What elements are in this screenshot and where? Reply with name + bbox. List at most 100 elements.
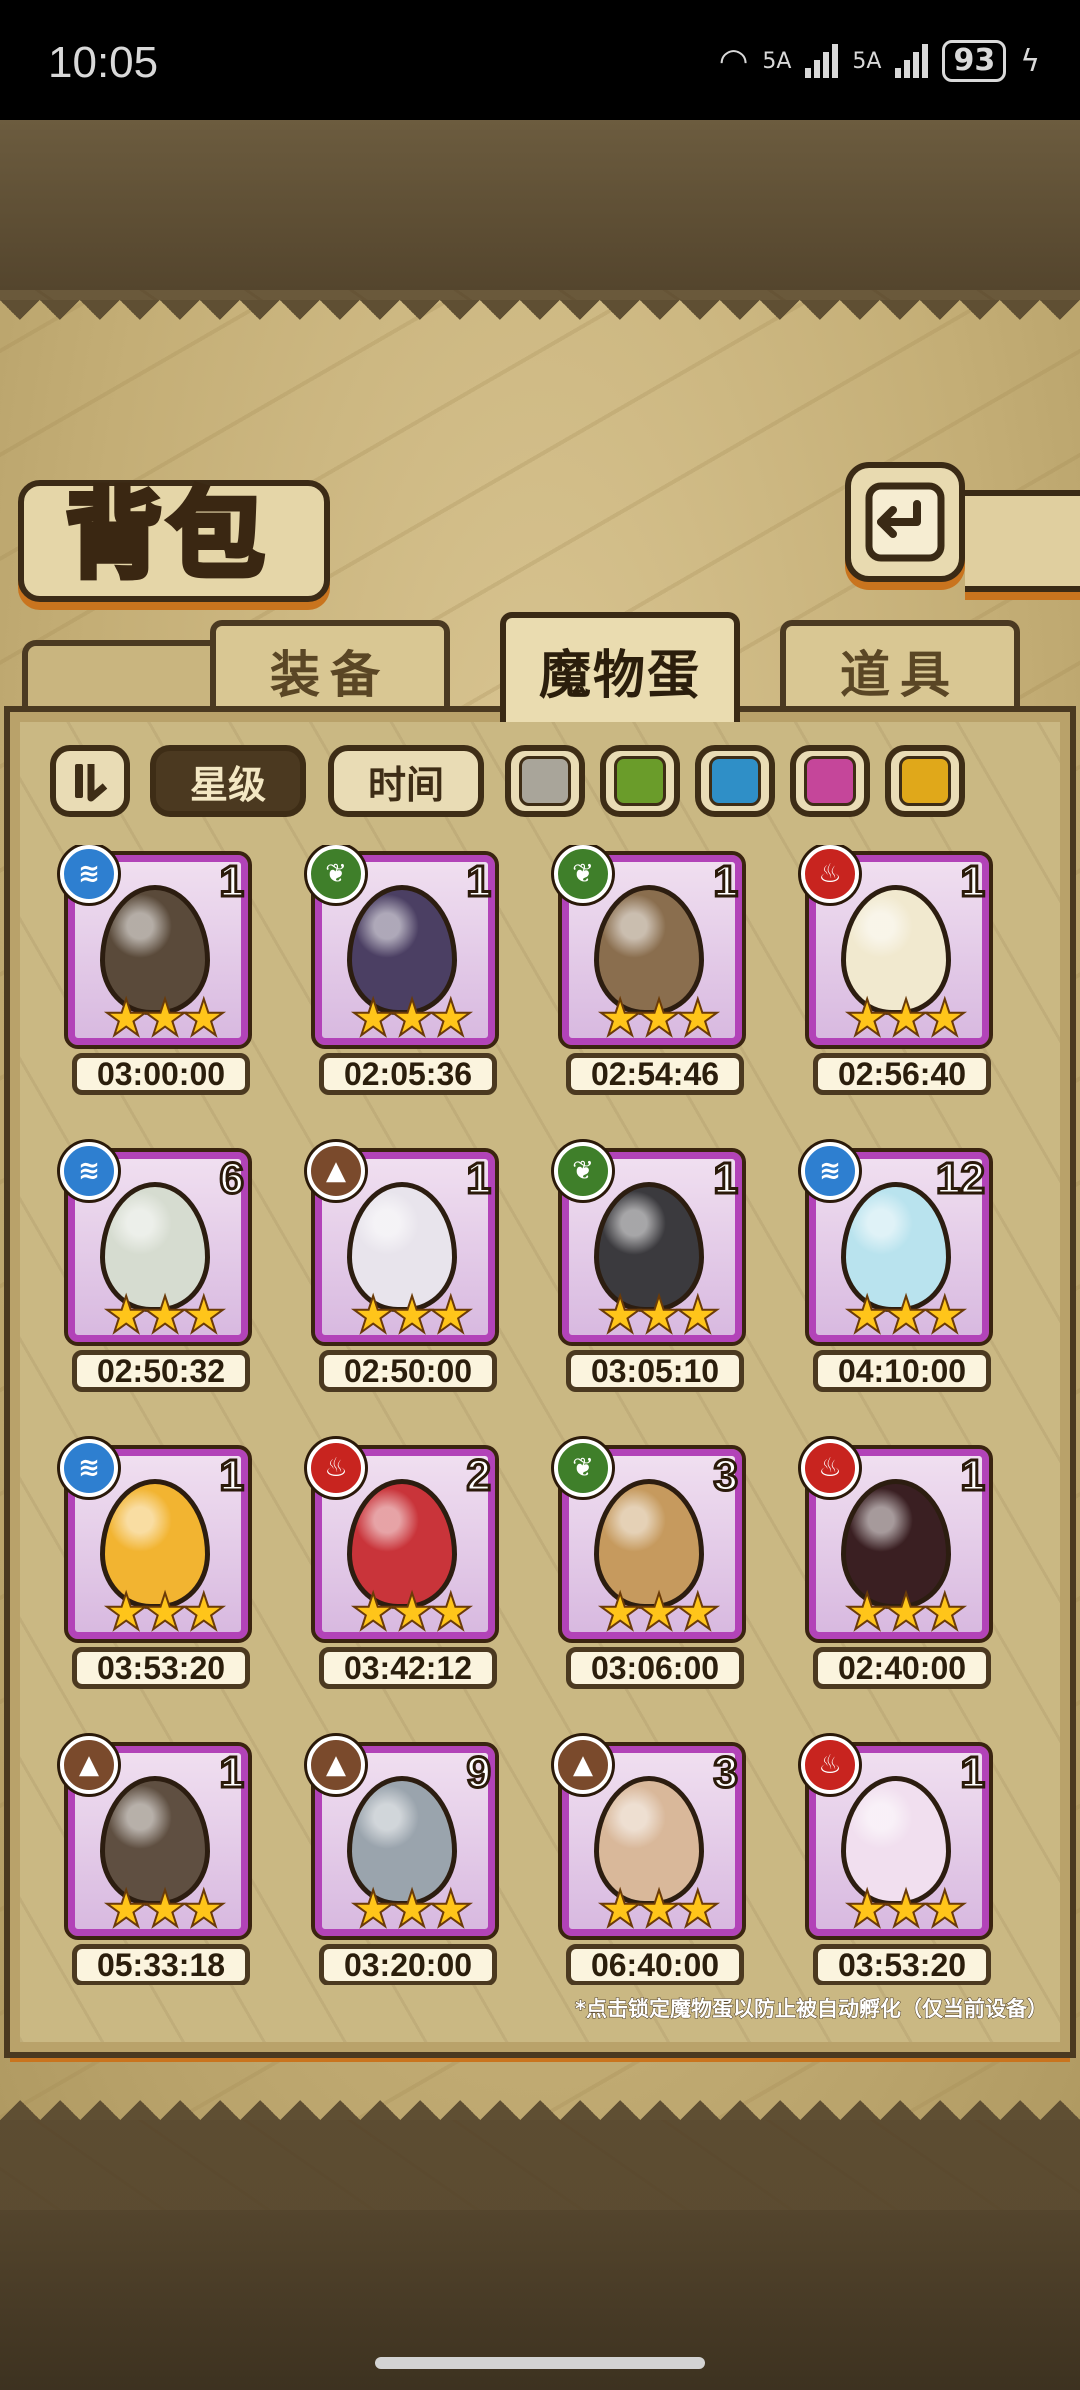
water-wave-icon: ≋ <box>60 1439 118 1497</box>
star-icon: ★ <box>389 1583 436 1641</box>
star-icon: ★ <box>674 1583 721 1641</box>
hatch-timer: 03:53:20 <box>813 1944 991 1985</box>
egg-count: 1 <box>712 1153 740 1205</box>
color-filter-green-button[interactable] <box>600 745 680 817</box>
status-icons: ◠ 5A 5A 93 ϟ <box>719 40 1040 82</box>
color-filter-pink-button[interactable] <box>790 745 870 817</box>
star-icon: ★ <box>883 1286 930 1344</box>
egg-card[interactable]: 6 ≋ ★ ★ ★ 02:50:32 <box>40 1142 252 1410</box>
star-rating: ★ ★ ★ <box>823 1880 983 1938</box>
mountain-icon: ▲ <box>307 1142 365 1200</box>
back-button[interactable] <box>845 462 965 582</box>
egg-card[interactable]: 3 ❦ ★ ★ ★ 03:06:00 <box>534 1439 746 1707</box>
star-icon: ★ <box>921 1583 968 1641</box>
star-icon: ★ <box>674 1880 721 1938</box>
star-icon: ★ <box>180 1880 227 1938</box>
egg-card[interactable]: 12 ≋ ★ ★ ★ 04:10:00 <box>781 1142 993 1410</box>
star-icon: ★ <box>142 1583 189 1641</box>
egg-card[interactable]: 1 ≋ ★ ★ ★ 03:53:20 <box>40 1439 252 1707</box>
star-icon: ★ <box>883 989 930 1047</box>
star-icon: ★ <box>844 1880 891 1938</box>
egg-card[interactable]: 1 ♨ ★ ★ ★ 03:53:20 <box>781 1736 993 1985</box>
star-rating: ★ ★ ★ <box>823 989 983 1047</box>
egg-count: 3 <box>712 1450 740 1502</box>
egg-count: 1 <box>465 856 493 908</box>
star-icon: ★ <box>103 989 150 1047</box>
flame-icon: ♨ <box>307 1439 365 1497</box>
sort-order-toggle-button[interactable] <box>50 745 130 817</box>
star-icon: ★ <box>674 1286 721 1344</box>
egg-count: 6 <box>218 1153 246 1205</box>
star-rating: ★ ★ ★ <box>329 1880 489 1938</box>
star-icon: ★ <box>427 1880 474 1938</box>
egg-card[interactable]: 1 ▲ ★ ★ ★ 02:50:00 <box>287 1142 499 1410</box>
hatch-timer: 03:05:10 <box>566 1350 744 1392</box>
color-swatch <box>614 756 666 806</box>
egg-card[interactable]: 3 ▲ ★ ★ ★ 06:40:00 <box>534 1736 746 1985</box>
egg-card[interactable]: 2 ♨ ★ ★ ★ 03:42:12 <box>287 1439 499 1707</box>
egg-count: 1 <box>959 1747 987 1799</box>
tab-equipment[interactable]: 装备 <box>210 620 450 715</box>
battery-icon: 93 <box>942 40 1007 82</box>
gesture-nav-bar[interactable] <box>375 2357 705 2369</box>
egg-grid: 1 ≋ ★ ★ ★ 03:00:00 1 ❦ ★ ★ ★ 02:05:36 1 ❦ ★ ★ ★ 02:54:46 1… <box>40 845 1040 1985</box>
egg-card[interactable]: 1 ❦ ★ ★ ★ 03:05:10 <box>534 1142 746 1410</box>
sort-by-time-button[interactable]: 时间 <box>328 745 484 817</box>
star-icon: ★ <box>636 1583 683 1641</box>
egg-count: 1 <box>465 1153 493 1205</box>
egg-card[interactable]: 1 ≋ ★ ★ ★ 03:00:00 <box>40 845 252 1113</box>
egg-card[interactable]: 1 ▲ ★ ★ ★ 05:33:18 <box>40 1736 252 1985</box>
wifi-icon: ◠ <box>718 41 749 81</box>
star-icon: ★ <box>597 989 644 1047</box>
egg-card[interactable]: 1 ❦ ★ ★ ★ 02:05:36 <box>287 845 499 1113</box>
star-icon: ★ <box>389 1880 436 1938</box>
hatch-timer: 03:53:20 <box>72 1647 250 1689</box>
star-icon: ★ <box>883 1583 930 1641</box>
star-icon: ★ <box>389 989 436 1047</box>
star-icon: ★ <box>142 1880 189 1938</box>
egg-count: 2 <box>465 1450 493 1502</box>
tab-items[interactable]: 道具 <box>780 620 1020 715</box>
color-filter-blue-button[interactable] <box>695 745 775 817</box>
egg-card[interactable]: 1 ♨ ★ ★ ★ 02:56:40 <box>781 845 993 1113</box>
egg-card[interactable]: 1 ♨ ★ ★ ★ 02:40:00 <box>781 1439 993 1707</box>
banner-edge-bottom <box>0 2080 1080 2120</box>
hatch-timer: 02:50:00 <box>319 1350 497 1392</box>
egg-count: 3 <box>712 1747 740 1799</box>
star-rating: ★ ★ ★ <box>329 1286 489 1344</box>
star-rating: ★ ★ ★ <box>329 1583 489 1641</box>
mountain-icon: ▲ <box>307 1736 365 1794</box>
hatch-timer: 02:56:40 <box>813 1053 991 1095</box>
star-rating: ★ ★ ★ <box>576 1286 736 1344</box>
star-icon: ★ <box>883 1880 930 1938</box>
star-icon: ★ <box>597 1583 644 1641</box>
star-icon: ★ <box>597 1880 644 1938</box>
hatch-timer: 03:42:12 <box>319 1647 497 1689</box>
egg-count: 12 <box>935 1153 987 1205</box>
egg-card[interactable]: 9 ▲ ★ ★ ★ 03:20:00 <box>287 1736 499 1985</box>
star-icon: ★ <box>427 1583 474 1641</box>
network-label-1: 5A <box>762 48 792 74</box>
lock-hint-footnote: *点击锁定魔物蛋以防止被自动孵化（仅当前设备） <box>575 1997 1049 2022</box>
egg-count: 9 <box>465 1747 493 1799</box>
sort-by-star-button[interactable]: 星级 <box>150 745 306 817</box>
banner-edge-top <box>0 300 1080 340</box>
star-icon: ★ <box>389 1286 436 1344</box>
water-wave-icon: ≋ <box>801 1142 859 1200</box>
page-title: 背包 <box>63 476 270 594</box>
star-icon: ★ <box>142 989 189 1047</box>
mountain-icon: ▲ <box>554 1736 612 1794</box>
egg-count: 1 <box>959 856 987 908</box>
egg-card[interactable]: 1 ❦ ★ ★ ★ 02:54:46 <box>534 845 746 1113</box>
back-arrow-icon <box>865 482 945 562</box>
color-filter-yellow-button[interactable] <box>885 745 965 817</box>
star-rating: ★ ★ ★ <box>576 1583 736 1641</box>
color-swatch <box>899 756 951 806</box>
egg-count: 1 <box>218 856 246 908</box>
signal-icon <box>805 44 839 78</box>
star-icon: ★ <box>180 989 227 1047</box>
star-rating: ★ ★ ★ <box>82 1583 242 1641</box>
star-icon: ★ <box>142 1286 189 1344</box>
tab-monster-eggs[interactable]: 魔物蛋 <box>500 612 740 722</box>
color-filter-gray-button[interactable] <box>505 745 585 817</box>
